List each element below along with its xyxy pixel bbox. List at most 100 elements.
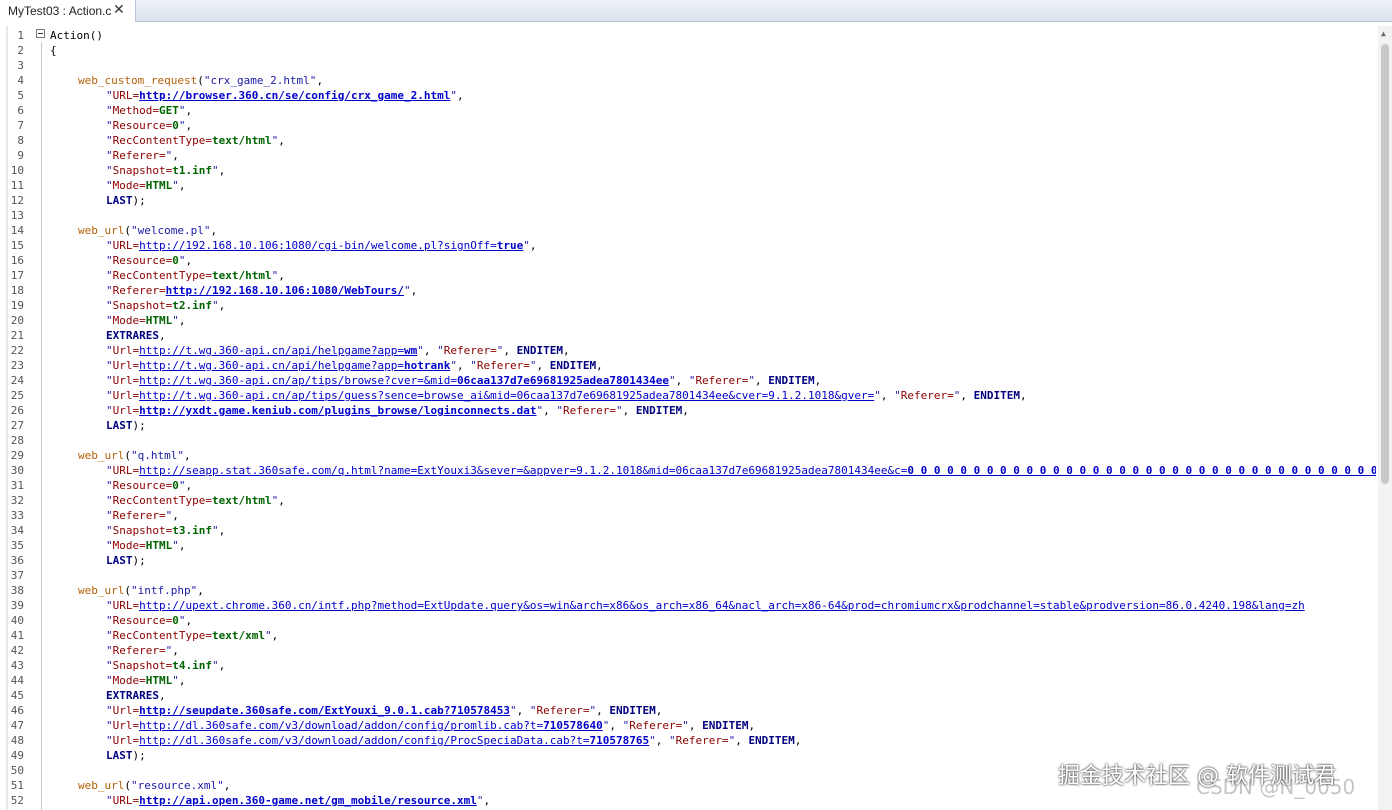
code-line[interactable]: "URL=http://upext.chrome.360.cn/intf.php… [106, 598, 1305, 613]
code-line[interactable]: web_url("welcome.pl", [78, 223, 217, 238]
code-token-urlb[interactable]: wm [404, 344, 417, 357]
code-line[interactable]: LAST); [106, 748, 146, 763]
code-line[interactable]: "Url=http://t.wg.360-api.cn/api/helpgame… [106, 343, 570, 358]
code-line[interactable]: "Method=GET", [106, 103, 192, 118]
code-token-val: 0 [172, 254, 179, 267]
code-token-str: " [172, 314, 179, 327]
code-token-str: " [211, 299, 219, 312]
code-token-fn: web_url [78, 779, 125, 792]
code-line[interactable]: "Referer=", [106, 148, 179, 163]
code-token-plain: Action() [50, 29, 103, 42]
code-token-key: Referer= [536, 704, 590, 717]
vertical-scrollbar[interactable]: ▲ [1378, 26, 1392, 810]
code-token-urlb[interactable]: hotrank [404, 359, 450, 372]
code-token-kw: ENDITEM [702, 719, 749, 732]
code-line[interactable]: EXTRARES, [106, 328, 166, 343]
code-token-str: " [106, 119, 113, 132]
code-line[interactable]: "RecContentType=text/xml", [106, 628, 278, 643]
code-line[interactable]: "Mode=HTML", [106, 313, 186, 328]
code-token-url[interactable]: http://t.wg.360-api.cn/api/helpgame?app= [139, 359, 404, 372]
code-token-url[interactable]: http://seapp.stat.360safe.com/q.html?nam… [139, 464, 907, 477]
code-line[interactable]: web_url("q.html", [78, 448, 191, 463]
code-token-val: t4.inf [172, 659, 212, 672]
code-line[interactable]: "Mode=HTML", [106, 538, 186, 553]
code-line[interactable]: "Snapshot=t2.inf", [106, 298, 225, 313]
code-token-key: Referer= [629, 719, 683, 732]
code-token-urlb[interactable]: http://yxdt.game.keniub.com/plugins_brow… [139, 404, 536, 417]
code-line[interactable]: "RecContentType=text/html", [106, 133, 285, 148]
code-token-kw: LAST [106, 194, 133, 207]
code-token-plain: , [794, 734, 802, 747]
code-token-str: "crx_game_2.html" [203, 74, 317, 87]
code-token-urlb[interactable]: true [497, 239, 524, 252]
code-token-str: " [106, 299, 113, 312]
code-line[interactable]: "Referer=", [106, 643, 179, 658]
code-line[interactable]: "URL=http://192.168.10.106:1080/cgi-bin/… [106, 238, 537, 253]
code-line[interactable]: "Url=http://t.wg.360-api.cn/ap/tips/brow… [106, 373, 821, 388]
code-line[interactable]: LAST); [106, 418, 146, 433]
code-token-plain: , [178, 539, 186, 552]
code-line[interactable]: web_url("resource.xml", [78, 778, 230, 793]
code-token-plain: ( [124, 449, 131, 462]
code-token-urlb[interactable]: 710578640 [543, 719, 603, 732]
code-token-str: " [437, 344, 444, 357]
code-line[interactable]: "Resource=0", [106, 253, 192, 268]
code-line[interactable]: "Snapshot=t1.inf", [106, 163, 225, 178]
code-token-str: " [556, 404, 563, 417]
code-line[interactable]: "Url=http://dl.360safe.com/v3/download/a… [106, 718, 755, 733]
code-token-key: Referer= [112, 149, 166, 162]
code-line[interactable]: "URL=http://browser.360.cn/se/config/crx… [106, 88, 464, 103]
code-line[interactable]: EXTRARES, [106, 688, 166, 703]
code-line[interactable]: Action() [50, 28, 103, 43]
code-line[interactable]: "Mode=HTML", [106, 178, 186, 193]
code-line[interactable]: "RecContentType=text/html", [106, 268, 285, 283]
code-token-url[interactable]: http://dl.360safe.com/v3/download/addon/… [139, 719, 543, 732]
code-token-urlb[interactable]: 0 0 0 0 0 0 0 0 0 0 0 0 0 0 0 0 0 0 0 0 … [907, 464, 1376, 477]
code-line[interactable]: "Url=http://seupdate.360safe.com/ExtYoux… [106, 703, 662, 718]
code-line[interactable]: { [50, 43, 57, 58]
code-line[interactable]: "Referer=http://192.168.10.106:1080/WebT… [106, 283, 417, 298]
code-token-url[interactable]: http://dl.360safe.com/v3/download/addon/… [139, 734, 589, 747]
code-token-key: Url= [112, 719, 140, 732]
code-token-url[interactable]: http://t.wg.360-api.cn/ap/tips/browse?cv… [139, 374, 457, 387]
scroll-up-arrow-icon[interactable]: ▲ [1381, 29, 1386, 38]
code-token-urlb[interactable]: http://192.168.10.106:1080/WebTours/ [166, 284, 404, 297]
code-line[interactable]: "Referer=", [106, 508, 179, 523]
code-line[interactable]: "Resource=0", [106, 478, 192, 493]
code-line[interactable]: LAST); [106, 553, 146, 568]
code-line[interactable]: "Mode=HTML", [106, 673, 186, 688]
code-token-str: " [874, 389, 881, 402]
code-editor[interactable]: Action(){ web_custom_request("crx_game_2.… [0, 26, 1376, 810]
code-line[interactable]: "Resource=0", [106, 118, 192, 133]
code-token-str: " [106, 164, 113, 177]
code-line[interactable]: "URL=http://api.open.360-game.net/gm_mob… [106, 793, 490, 808]
code-token-url[interactable]: http://t.wg.360-api.cn/ap/tips/guess?sen… [139, 389, 874, 402]
code-line[interactable]: web_custom_request("crx_game_2.html", [78, 73, 323, 88]
code-line[interactable]: "Snapshot=t4.inf", [106, 658, 225, 673]
code-token-urlb[interactable]: 710578765 [589, 734, 649, 747]
code-token-str: " [106, 734, 113, 747]
code-token-url[interactable]: http://upext.chrome.360.cn/intf.php?meth… [139, 599, 1305, 612]
code-line[interactable]: "Url=http://dl.360safe.com/v3/download/a… [106, 733, 801, 748]
code-line[interactable]: "URL=http://seapp.stat.360safe.com/q.htm… [106, 463, 1376, 478]
code-line[interactable]: "RecContentType=text/html", [106, 493, 285, 508]
code-line[interactable]: "Url=http://t.wg.360-api.cn/ap/tips/gues… [106, 388, 1027, 403]
code-token-urlb[interactable]: http://api.open.360-game.net/gm_mobile/r… [139, 794, 477, 807]
fold-collapse-icon[interactable] [36, 29, 45, 38]
code-token-key: Mode= [112, 674, 146, 687]
tab-action-c[interactable]: MyTest03 : Action.c ✕ [0, 0, 136, 22]
scrollbar-thumb[interactable] [1381, 44, 1389, 484]
code-line[interactable]: "Url=http://t.wg.360-api.cn/api/helpgame… [106, 358, 603, 373]
code-token-url[interactable]: http://t.wg.360-api.cn/api/helpgame?app= [139, 344, 404, 357]
code-line[interactable]: "Snapshot=t3.inf", [106, 523, 225, 538]
code-token-urlb[interactable]: 06caa137d7e69681925adea7801434ee [457, 374, 669, 387]
close-icon[interactable]: ✕ [113, 1, 125, 18]
code-line[interactable]: LAST); [106, 193, 146, 208]
code-line[interactable]: "Url=http://yxdt.game.keniub.com/plugins… [106, 403, 689, 418]
code-token-url[interactable]: http://192.168.10.106:1080/cgi-bin/welco… [139, 239, 497, 252]
code-token-str: " [106, 239, 113, 252]
code-line[interactable]: "Resource=0", [106, 613, 192, 628]
code-token-urlb[interactable]: http://seupdate.360safe.com/ExtYouxi_9.0… [139, 704, 510, 717]
code-line[interactable]: web_url("intf.php", [78, 583, 204, 598]
code-token-urlb[interactable]: http://browser.360.cn/se/config/crx_game… [139, 89, 450, 102]
